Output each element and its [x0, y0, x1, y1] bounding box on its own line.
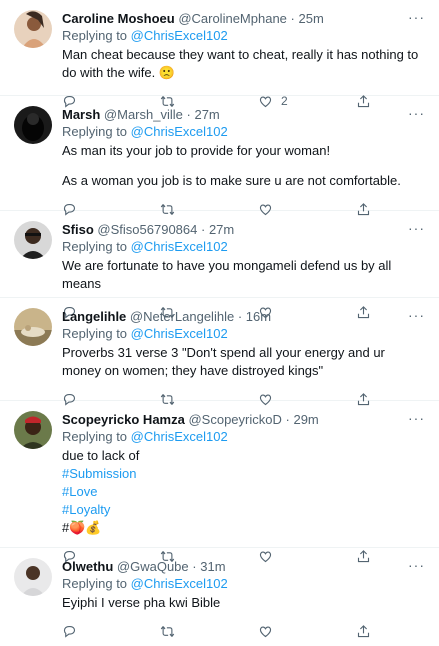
- tweet-line: We are fortunate to have you mongameli d…: [62, 258, 392, 291]
- replying-to: Replying to @ChrisExcel102: [62, 123, 425, 140]
- tweet-text: Proverbs 31 verse 3 "Don't spend all you…: [62, 344, 425, 380]
- user-handle[interactable]: @CarolineMphane: [178, 11, 287, 26]
- retweet-button[interactable]: [160, 624, 258, 639]
- reply-icon: [63, 625, 76, 638]
- tweet-header: Caroline Moshoeu @CarolineMphane · 25m: [62, 10, 425, 27]
- display-name[interactable]: Scopeyricko Hamza: [62, 412, 185, 427]
- timestamp[interactable]: 25m: [299, 11, 324, 26]
- replying-to-link[interactable]: @ChrisExcel102: [131, 576, 228, 591]
- tweet-text: due to lack of #Submission #Love #Loyalt…: [62, 447, 425, 537]
- retweet-icon: [160, 625, 175, 637]
- tweet-header: Olwethu @GwaQube · 31m: [62, 558, 425, 575]
- tweet[interactable]: Olwethu @GwaQube · 31m ··· Replying to @…: [0, 548, 439, 638]
- separator-dot: ·: [290, 11, 295, 26]
- share-button[interactable]: [356, 624, 396, 639]
- tweet-text: Man cheat because they want to cheat, re…: [62, 46, 425, 82]
- replying-to-link[interactable]: @ChrisExcel102: [131, 239, 228, 254]
- share-icon: [357, 624, 370, 637]
- timestamp[interactable]: 29m: [293, 412, 318, 427]
- avatar[interactable]: [14, 411, 52, 449]
- display-name[interactable]: Olwethu: [62, 559, 113, 574]
- avatar[interactable]: [14, 10, 52, 48]
- avatar[interactable]: [14, 558, 52, 596]
- hashtag-link[interactable]: #Loyalty: [62, 501, 425, 519]
- tweet[interactable]: Langelihle @NeterLangelihle · 16m ··· Re…: [0, 298, 439, 406]
- tweet-header: Marsh @Marsh_ville · 27m: [62, 106, 425, 123]
- timestamp[interactable]: 27m: [209, 222, 234, 237]
- tweet[interactable]: Scopeyricko Hamza @ScopeyrickoD · 29m ··…: [0, 401, 439, 563]
- replying-to: Replying to @ChrisExcel102: [62, 238, 425, 255]
- like-button[interactable]: [258, 624, 356, 639]
- tweet-line: As man its your job to provide for your …: [62, 143, 331, 158]
- tweet-line: Proverbs 31 verse 3 "Don't spend all you…: [62, 345, 385, 378]
- tweet-header: Sfiso @Sfiso56790864 · 27m: [62, 221, 425, 238]
- tweet[interactable]: Sfiso @Sfiso56790864 · 27m ··· Replying …: [0, 211, 439, 319]
- separator-dot: ·: [192, 559, 197, 574]
- separator-dot: ·: [237, 309, 243, 324]
- display-name[interactable]: Caroline Moshoeu: [62, 11, 175, 26]
- display-name[interactable]: Marsh: [62, 107, 100, 122]
- timestamp[interactable]: 27m: [194, 107, 219, 122]
- hashtag-link[interactable]: #Submission: [62, 465, 425, 483]
- separator-dot: ·: [285, 412, 290, 427]
- replying-prefix: Replying to: [62, 326, 128, 341]
- replying-to-link[interactable]: @ChrisExcel102: [131, 429, 228, 444]
- user-handle[interactable]: @NeterLangelihle: [130, 309, 234, 324]
- like-icon: [259, 625, 272, 637]
- avatar[interactable]: [14, 308, 52, 346]
- tweet[interactable]: Caroline Moshoeu @CarolineMphane · 25m ·…: [0, 0, 439, 108]
- display-name[interactable]: Langelihle: [62, 309, 126, 324]
- hashtag-link[interactable]: #Love: [62, 483, 425, 501]
- tweet-text: Eyiphi I verse pha kwi Bible: [62, 594, 425, 612]
- more-options-icon[interactable]: ···: [408, 307, 425, 323]
- more-options-icon[interactable]: ···: [408, 410, 425, 426]
- replying-prefix: Replying to: [62, 124, 128, 139]
- display-name[interactable]: Sfiso: [62, 222, 94, 237]
- separator-dot: ·: [186, 107, 191, 122]
- replying-to: Replying to @ChrisExcel102: [62, 325, 425, 342]
- tweet-actions: [62, 616, 425, 646]
- avatar[interactable]: [14, 221, 52, 259]
- more-options-icon[interactable]: ···: [408, 220, 425, 236]
- replying-prefix: Replying to: [62, 429, 128, 444]
- reply-button[interactable]: [62, 624, 160, 639]
- replying-to-link[interactable]: @ChrisExcel102: [131, 124, 228, 139]
- user-handle[interactable]: @GwaQube: [117, 559, 189, 574]
- tweet-header: Scopeyricko Hamza @ScopeyrickoD · 29m: [62, 411, 425, 428]
- tweet-line: Man cheat because they want to cheat, re…: [62, 47, 419, 80]
- more-options-icon[interactable]: ···: [408, 105, 425, 121]
- tweet-line: due to lack of: [62, 448, 140, 463]
- timestamp[interactable]: 16m: [246, 309, 271, 324]
- replying-to: Replying to @ChrisExcel102: [62, 575, 425, 592]
- tweet-line: Eyiphi I verse pha kwi Bible: [62, 595, 221, 610]
- more-options-icon[interactable]: ···: [408, 557, 425, 573]
- user-handle[interactable]: @Sfiso56790864: [97, 222, 197, 237]
- replying-prefix: Replying to: [62, 28, 128, 43]
- user-handle[interactable]: @Marsh_ville: [104, 107, 183, 122]
- tweet-text: As man its your job to provide for your …: [62, 142, 425, 190]
- replying-to-link[interactable]: @ChrisExcel102: [131, 326, 228, 341]
- avatar[interactable]: [14, 106, 52, 144]
- more-options-icon[interactable]: ···: [408, 9, 425, 25]
- tweet[interactable]: Marsh @Marsh_ville · 27m ··· Replying to…: [0, 96, 439, 216]
- reply-feed: Caroline Moshoeu @CarolineMphane · 25m ·…: [0, 0, 439, 638]
- timestamp[interactable]: 31m: [200, 559, 225, 574]
- emoji-line: #🍑💰: [62, 520, 102, 535]
- replying-to: Replying to @ChrisExcel102: [62, 27, 425, 44]
- replying-to: Replying to @ChrisExcel102: [62, 428, 425, 445]
- tweet-header: Langelihle @NeterLangelihle · 16m: [62, 308, 425, 325]
- tweet-line: As a woman you job is to make sure u are…: [62, 173, 401, 188]
- separator-dot: ·: [200, 222, 206, 237]
- tweet-text: We are fortunate to have you mongameli d…: [62, 257, 425, 293]
- replying-prefix: Replying to: [62, 576, 128, 591]
- replying-to-link[interactable]: @ChrisExcel102: [131, 28, 228, 43]
- user-handle[interactable]: @ScopeyrickoD: [188, 412, 281, 427]
- replying-prefix: Replying to: [62, 239, 128, 254]
